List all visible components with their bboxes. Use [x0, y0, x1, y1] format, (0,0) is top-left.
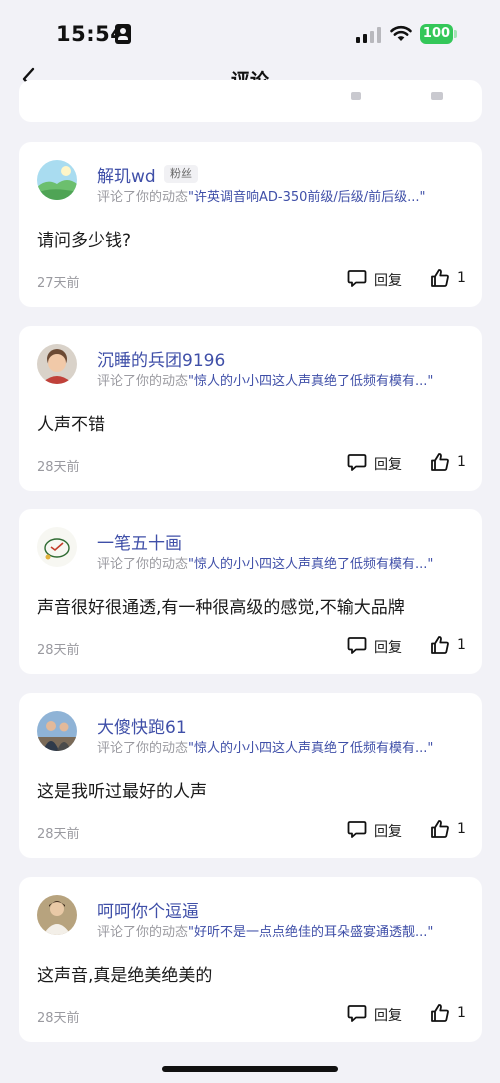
activity-reference[interactable]: 评论了你的动态"好听不是一点点绝佳的耳朵盛宴通透靓..." — [97, 921, 472, 940]
activity-link[interactable]: "惊人的小小四这人声真绝了低频有模有..." — [188, 374, 433, 389]
like-count: 1 — [457, 270, 466, 286]
reply-button[interactable]: 回复 — [347, 634, 409, 658]
comment-card[interactable]: 沉睡的兵团9196 评论了你的动态"惊人的小小四这人声真绝了低频有模有..." … — [19, 326, 482, 491]
like-count: 1 — [457, 454, 466, 470]
reply-label: 回复 — [374, 1008, 402, 1024]
home-indicator[interactable] — [162, 1066, 338, 1072]
like-button[interactable]: 1 — [430, 451, 470, 475]
activity-prefix: 评论了你的动态 — [97, 190, 189, 205]
thumbs-up-icon — [431, 636, 449, 654]
activity-prefix: 评论了你的动态 — [97, 374, 189, 389]
reply-button[interactable]: 回复 — [347, 1002, 409, 1026]
comment-text: 这是我听过最好的人声 — [37, 782, 207, 802]
reply-label: 回复 — [374, 640, 402, 656]
activity-link[interactable]: "许英调音响AD-350前级/后级/前后级..." — [188, 190, 426, 205]
comment-bubble-icon — [347, 821, 367, 838]
comment-date: 27天前 — [37, 276, 80, 291]
thumbs-up-icon — [431, 453, 449, 471]
partial-comment-card — [19, 80, 482, 122]
thumbs-up-icon — [431, 820, 449, 838]
reply-button[interactable]: 回复 — [347, 818, 409, 842]
comment-card[interactable]: 一笔五十画 评论了你的动态"惊人的小小四这人声真绝了低频有模有..." 声音很好… — [19, 509, 482, 674]
comment-card[interactable]: 解玑wd 粉丝 评论了你的动态"许英调音响AD-350前级/后级/前后级..."… — [19, 142, 482, 307]
wifi-icon — [390, 25, 412, 41]
comment-date: 28天前 — [37, 460, 80, 475]
username[interactable]: 一笔五十画 — [97, 529, 182, 554]
like-button[interactable]: 1 — [430, 267, 470, 291]
battery-level: 100 — [420, 24, 453, 44]
comment-bubble-icon — [347, 454, 367, 471]
reply-button[interactable]: 回复 — [347, 267, 409, 291]
comment-text: 请问多少钱? — [37, 231, 132, 251]
avatar[interactable] — [37, 895, 77, 935]
activity-prefix: 评论了你的动态 — [97, 925, 189, 940]
contact-card-icon — [115, 24, 131, 44]
comment-date: 28天前 — [37, 827, 80, 842]
thumbs-up-icon — [431, 269, 449, 287]
activity-reference[interactable]: 评论了你的动态"惊人的小小四这人声真绝了低频有模有..." — [97, 737, 472, 756]
comment-card[interactable]: 大傻快跑61 评论了你的动态"惊人的小小四这人声真绝了低频有模有..." 这是我… — [19, 693, 482, 858]
like-button[interactable]: 1 — [430, 634, 470, 658]
activity-link[interactable]: "惊人的小小四这人声真绝了低频有模有..." — [188, 741, 433, 756]
status-bar: 15:54 100 — [0, 0, 500, 62]
activity-prefix: 评论了你的动态 — [97, 557, 189, 572]
fan-badge: 粉丝 — [164, 165, 198, 183]
avatar[interactable] — [37, 527, 77, 567]
like-count: 1 — [457, 637, 466, 653]
comment-bubble-icon — [347, 1005, 367, 1022]
username[interactable]: 沉睡的兵团9196 — [97, 346, 225, 371]
comment-text: 声音很好很通透,有一种很高级的感觉,不输大品牌 — [37, 598, 405, 618]
activity-reference[interactable]: 评论了你的动态"惊人的小小四这人声真绝了低频有模有..." — [97, 370, 472, 389]
comment-text: 人声不错 — [37, 415, 105, 435]
reply-label: 回复 — [374, 824, 402, 840]
comment-bubble-icon — [347, 637, 367, 654]
reply-label: 回复 — [374, 457, 402, 473]
comment-bubble-icon — [347, 270, 367, 287]
activity-link[interactable]: "好听不是一点点绝佳的耳朵盛宴通透靓..." — [188, 925, 433, 940]
reply-button[interactable]: 回复 — [347, 451, 409, 475]
battery-icon: 100 — [420, 24, 457, 44]
comment-card[interactable]: 呵呵你个逗逼 评论了你的动态"好听不是一点点绝佳的耳朵盛宴通透靓..." 这声音… — [19, 877, 482, 1042]
username[interactable]: 解玑wd — [97, 162, 156, 187]
like-button[interactable]: 1 — [430, 1002, 470, 1026]
activity-reference[interactable]: 评论了你的动态"许英调音响AD-350前级/后级/前后级..." — [97, 186, 472, 205]
cellular-signal-icon — [356, 27, 382, 43]
like-count: 1 — [457, 1005, 466, 1021]
avatar[interactable] — [37, 344, 77, 384]
activity-link[interactable]: "惊人的小小四这人声真绝了低频有模有..." — [188, 557, 433, 572]
username[interactable]: 大傻快跑61 — [97, 713, 187, 738]
like-button[interactable]: 1 — [430, 818, 470, 842]
like-count: 1 — [457, 821, 466, 837]
avatar[interactable] — [37, 711, 77, 751]
reply-label: 回复 — [374, 273, 402, 289]
comment-text: 这声音,真是绝美绝美的 — [37, 966, 213, 986]
thumbs-up-icon — [431, 1004, 449, 1022]
avatar[interactable] — [37, 160, 77, 200]
comment-date: 28天前 — [37, 643, 80, 658]
username[interactable]: 呵呵你个逗逼 — [97, 897, 199, 922]
comment-date: 28天前 — [37, 1011, 80, 1026]
activity-reference[interactable]: 评论了你的动态"惊人的小小四这人声真绝了低频有模有..." — [97, 553, 472, 572]
activity-prefix: 评论了你的动态 — [97, 741, 189, 756]
